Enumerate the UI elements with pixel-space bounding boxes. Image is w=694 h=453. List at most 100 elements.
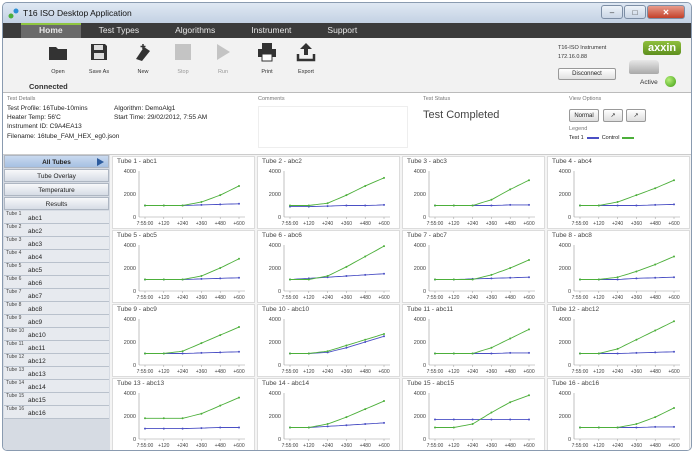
tube-list-item[interactable]: Tube 12 abc12 bbox=[4, 354, 109, 367]
y-tick-label: 4000 bbox=[414, 317, 426, 323]
x-tick-label: +360 bbox=[196, 443, 207, 449]
tube-number: Tube 7 bbox=[6, 289, 22, 295]
tube-chart[interactable]: Tube 6 - abc6 0 2000 4000 7:55:00 +120 +240 +36… bbox=[257, 230, 400, 303]
tube-chart[interactable]: Tube 8 - abc8 0 2000 4000 7:55:00 +120 +240 +36… bbox=[547, 230, 690, 303]
tube-chart[interactable]: Tube 12 - abc12 0 2000 4000 7:55:00 +120 +240 +… bbox=[547, 304, 690, 377]
comments-field[interactable] bbox=[258, 106, 408, 148]
stop-button[interactable]: Stop bbox=[167, 42, 199, 75]
x-tick-label: 7:55:00 bbox=[137, 295, 154, 301]
data-point bbox=[528, 258, 530, 261]
tube-chart[interactable]: Tube 3 - abc3 0 2000 4000 7:55:00 +120 +240 +36… bbox=[402, 156, 545, 229]
print-button[interactable]: Print bbox=[251, 42, 283, 75]
data-point bbox=[364, 255, 367, 258]
data-point bbox=[579, 426, 581, 429]
x-tick-label: 7:55:00 bbox=[282, 221, 299, 227]
view-normal-button[interactable]: Normal bbox=[569, 109, 599, 122]
tube-list-item[interactable]: Tube 6 abc6 bbox=[4, 276, 109, 289]
tube-chart[interactable]: Tube 7 - abc7 0 2000 4000 7:55:00 +120 +240 +36… bbox=[402, 230, 545, 303]
minimize-button[interactable]: – bbox=[601, 5, 623, 19]
data-point bbox=[654, 263, 657, 266]
data-point bbox=[219, 194, 222, 197]
tube-list-item[interactable]: Tube 15 abc15 bbox=[4, 393, 109, 406]
data-point bbox=[654, 187, 657, 190]
tab-support[interactable]: Support bbox=[309, 23, 375, 38]
tube-overlay-button[interactable]: Tube Overlay bbox=[4, 169, 109, 182]
temperature-button[interactable]: Temperature bbox=[4, 183, 109, 196]
tube-list-item[interactable]: Tube 1 abc1 bbox=[4, 211, 109, 224]
tube-chart[interactable]: Tube 2 - abc2 0 2000 4000 7:55:00 +120 +240 +36… bbox=[257, 156, 400, 229]
series-line bbox=[145, 326, 240, 354]
tube-list-item[interactable]: Tube 10 abc10 bbox=[4, 328, 109, 341]
run-button[interactable]: Run bbox=[207, 42, 239, 75]
chart-plot: 0 2000 4000 7:55:00 +120 +240 +360 +480 +600 bbox=[559, 243, 680, 301]
tube-list-item[interactable]: Tube 14 abc14 bbox=[4, 380, 109, 393]
data-point bbox=[509, 418, 512, 421]
x-tick-label: +360 bbox=[631, 443, 642, 449]
data-point bbox=[654, 416, 657, 419]
all-tubes-button[interactable]: All Tubes bbox=[4, 155, 109, 168]
new-button[interactable]: New bbox=[127, 42, 159, 75]
print-label: Print bbox=[261, 69, 273, 75]
tab-test-types[interactable]: Test Types bbox=[81, 23, 157, 38]
tube-label: abc15 bbox=[28, 397, 46, 404]
disconnect-button[interactable]: Disconnect bbox=[558, 68, 616, 80]
data-point bbox=[200, 342, 203, 345]
test-details-panel: Test Details Test Profile: 16Tube-10mins… bbox=[3, 93, 691, 155]
tube-list-item[interactable]: Tube 5 abc5 bbox=[4, 263, 109, 276]
data-point bbox=[162, 204, 165, 207]
title-bar: T16 ISO Desktop Application – □ ✕ bbox=[3, 3, 691, 23]
save-as-button[interactable]: Save As bbox=[83, 42, 115, 75]
data-point bbox=[635, 351, 638, 354]
series-line bbox=[290, 333, 385, 354]
export-button[interactable]: Export bbox=[290, 42, 322, 75]
tube-list-item[interactable]: Tube 2 abc2 bbox=[4, 224, 109, 237]
view-zoom-alt-button[interactable]: ↗ bbox=[626, 109, 646, 122]
x-tick-label: +480 bbox=[360, 295, 371, 301]
tube-chart[interactable]: Tube 15 - abc15 0 2000 4000 7:55:00 +120 +240 +… bbox=[402, 378, 545, 450]
tube-number: Tube 6 bbox=[6, 276, 22, 282]
tube-list-item[interactable]: Tube 16 abc16 bbox=[4, 406, 109, 419]
tube-chart[interactable]: Tube 11 - abc11 0 2000 4000 7:55:00 +120 +240 +… bbox=[402, 304, 545, 377]
tube-chart[interactable]: Tube 13 - abc13 0 2000 4000 7:55:00 +120 +240 +… bbox=[112, 378, 255, 450]
x-tick-label: +480 bbox=[360, 443, 371, 449]
data-point bbox=[364, 338, 367, 341]
tab-instrument[interactable]: Instrument bbox=[233, 23, 309, 38]
tube-chart[interactable]: Tube 4 - abc4 0 2000 4000 7:55:00 +120 +240 +36… bbox=[547, 156, 690, 229]
tube-chart[interactable]: Tube 5 - abc5 0 2000 4000 7:55:00 +120 +240 +36… bbox=[112, 230, 255, 303]
data-point bbox=[528, 179, 530, 182]
tube-chart[interactable]: Tube 9 - abc9 0 2000 4000 7:55:00 +120 +240 +36… bbox=[112, 304, 255, 377]
chart-plot: 0 2000 4000 7:55:00 +120 +240 +360 +480 +600 bbox=[559, 317, 680, 375]
start-time: Start Time: 29/02/2012, 7:55 AM bbox=[114, 114, 208, 121]
y-tick-label: 0 bbox=[278, 289, 281, 295]
y-tick-label: 2000 bbox=[269, 414, 281, 420]
maximize-button[interactable]: □ bbox=[624, 5, 646, 19]
tube-list-item[interactable]: Tube 9 abc9 bbox=[4, 315, 109, 328]
tube-chart[interactable]: Tube 10 - abc10 0 2000 4000 7:55:00 +120 +240 +… bbox=[257, 304, 400, 377]
y-tick-label: 0 bbox=[278, 363, 281, 369]
tube-chart[interactable]: Tube 14 - abc14 0 2000 4000 7:55:00 +120 +240 +… bbox=[257, 378, 400, 450]
tube-list-item[interactable]: Tube 7 abc7 bbox=[4, 289, 109, 302]
data-point bbox=[597, 352, 600, 355]
tube-chart[interactable]: Tube 1 - abc1 0 2000 4000 7:55:00 +120 +240 +36… bbox=[112, 156, 255, 229]
results-button[interactable]: Results bbox=[4, 197, 109, 210]
tube-list-item[interactable]: Tube 11 abc11 bbox=[4, 341, 109, 354]
data-point bbox=[181, 278, 184, 281]
data-point bbox=[345, 344, 348, 347]
tab-home[interactable]: Home bbox=[21, 23, 81, 38]
tube-label: abc2 bbox=[28, 228, 43, 235]
tube-list-item[interactable]: Tube 8 abc8 bbox=[4, 302, 109, 315]
view-zoom-button[interactable]: ↗ bbox=[603, 109, 623, 122]
tube-chart[interactable]: Tube 16 - abc16 0 2000 4000 7:55:00 +120 +240 +… bbox=[547, 378, 690, 450]
x-tick-label: +600 bbox=[378, 295, 389, 301]
tab-algorithms[interactable]: Algorithms bbox=[157, 23, 233, 38]
open-button[interactable]: Open bbox=[42, 42, 74, 75]
close-button[interactable]: ✕ bbox=[647, 5, 685, 19]
main-area: All Tubes Tube Overlay Temperature Resul… bbox=[3, 155, 691, 450]
test-profile: Test Profile: 16Tube-10mins bbox=[7, 105, 88, 112]
data-point bbox=[471, 278, 474, 281]
tube-list-item[interactable]: Tube 3 abc3 bbox=[4, 237, 109, 250]
tube-list-item[interactable]: Tube 13 abc13 bbox=[4, 367, 109, 380]
data-point bbox=[219, 426, 222, 429]
tube-list-item[interactable]: Tube 4 abc4 bbox=[4, 250, 109, 263]
data-point bbox=[326, 423, 329, 426]
